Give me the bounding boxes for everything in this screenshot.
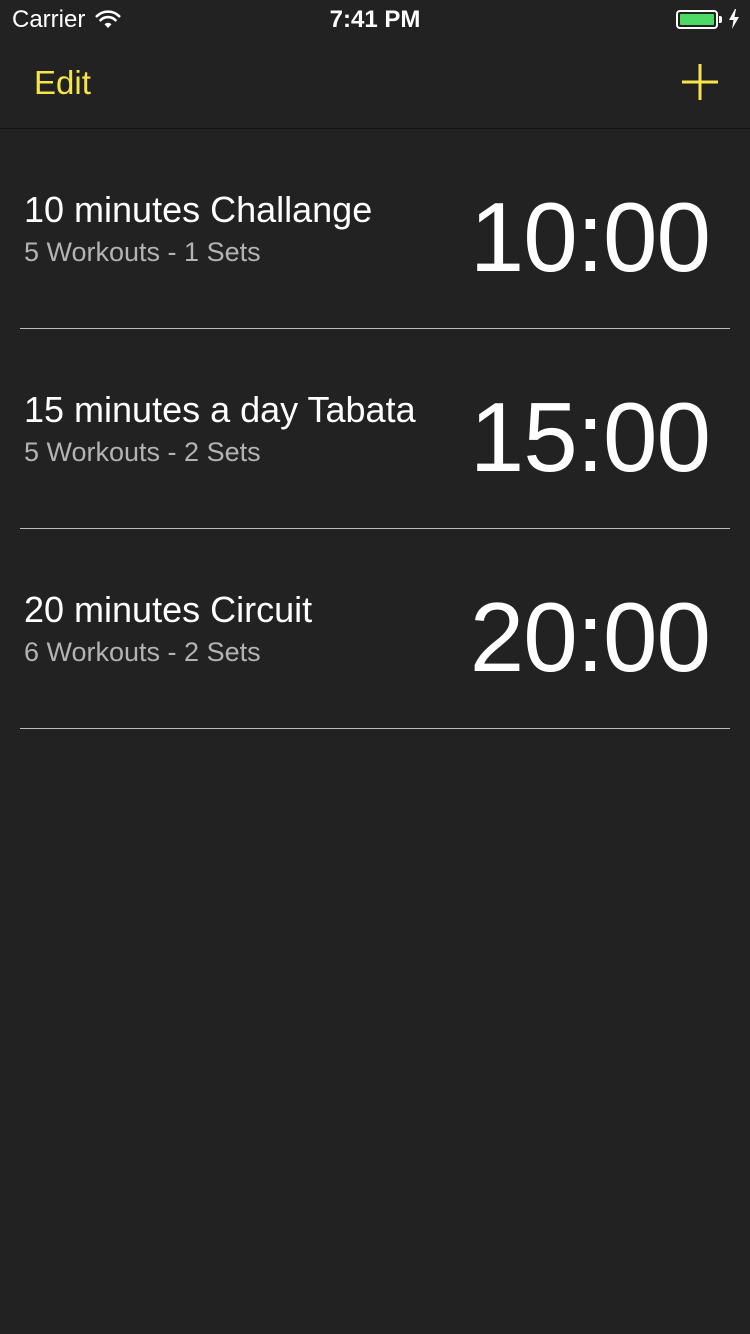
workout-title: 10 minutes Challange [24, 189, 373, 230]
workout-subtitle: 6 Workouts - 2 Sets [24, 637, 261, 667]
status-bar: Carrier 7:41 PM [0, 0, 750, 40]
workout-duration: 15:00 [469, 382, 711, 492]
list-item[interactable]: 20 minutes Circuit 6 Workouts - 2 Sets 2… [20, 529, 730, 729]
battery-fill [680, 13, 714, 25]
workout-title: 15 minutes a day Tabata [24, 389, 416, 430]
status-time: 7:41 PM [329, 6, 421, 33]
workout-subtitle: 5 Workouts - 1 Sets [24, 237, 261, 267]
navigation-bar: Edit [0, 40, 750, 129]
battery-icon [676, 9, 718, 29]
plus-icon[interactable] [680, 62, 720, 102]
workout-duration: 10:00 [469, 182, 711, 292]
edit-button[interactable]: Edit [34, 64, 91, 102]
workout-subtitle: 5 Workouts - 2 Sets [24, 437, 261, 467]
workout-duration: 20:00 [469, 582, 711, 692]
charging-bolt-icon [729, 9, 739, 29]
list-item[interactable]: 15 minutes a day Tabata 5 Workouts - 2 S… [20, 329, 730, 529]
battery-indicator [676, 9, 740, 29]
screen: Carrier 7:41 PM Edit 10 minutes Challang… [0, 0, 750, 1334]
battery-tip [719, 15, 722, 23]
list-item[interactable]: 10 minutes Challange 5 Workouts - 1 Sets… [20, 129, 730, 329]
workout-title: 20 minutes Circuit [24, 589, 313, 630]
workout-list: 10 minutes Challange 5 Workouts - 1 Sets… [0, 129, 750, 729]
